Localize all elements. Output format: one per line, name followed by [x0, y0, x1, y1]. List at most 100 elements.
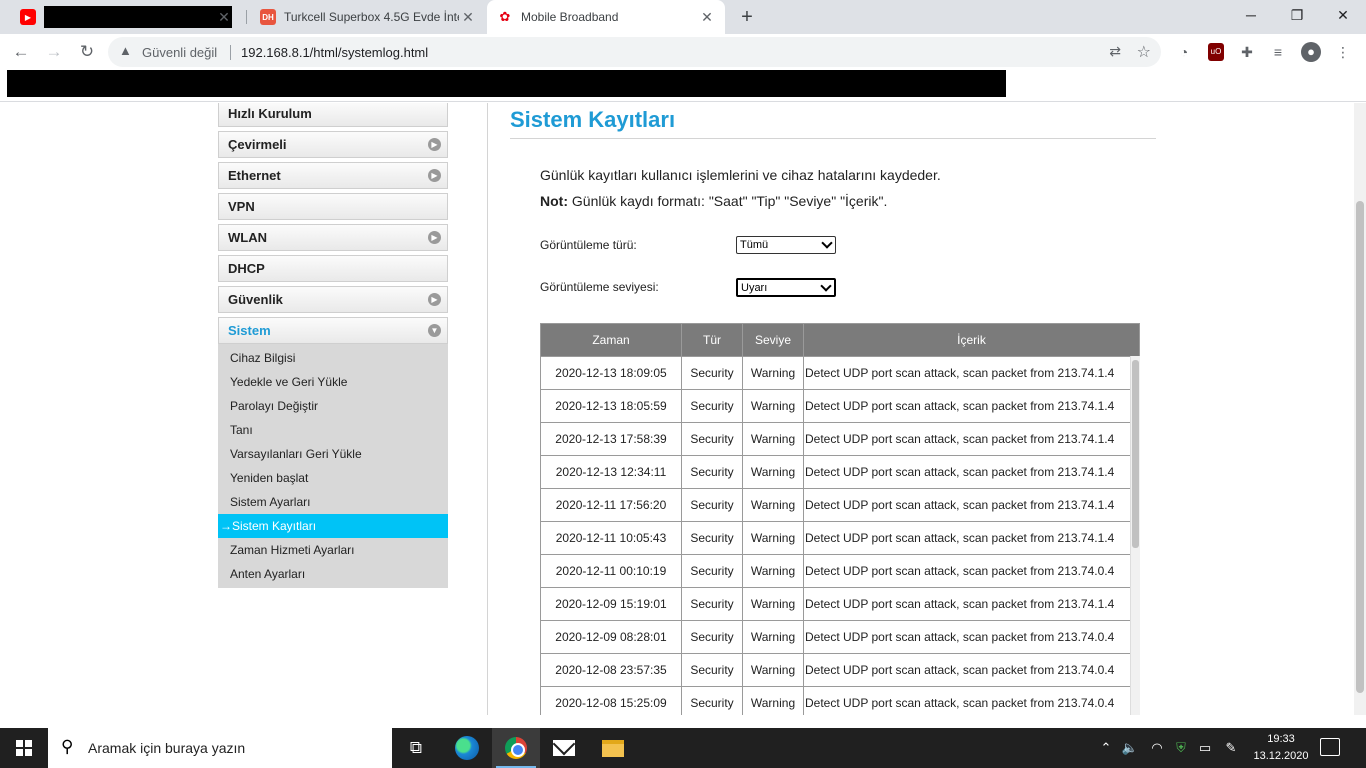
chrome-icon	[505, 737, 527, 759]
address-bar[interactable]: ▲ Güvenli değil 192.168.8.1/html/systeml…	[108, 37, 1161, 67]
tab-youtube[interactable]: ▶ ✕	[10, 0, 242, 34]
table-row: 2020-12-11 17:56:20 Security Warning Detect…	[540, 488, 1140, 522]
page-title: Sistem Kayıtları	[510, 107, 676, 132]
pen-icon[interactable]: ✎	[1222, 728, 1240, 768]
cell-level: Warning	[742, 653, 804, 687]
warning-icon[interactable]: ▲	[119, 43, 132, 58]
table-row: 2020-12-13 18:09:05 Security Warning Detect…	[540, 356, 1140, 390]
submenu-item-diagnosis[interactable]: Tanı	[218, 418, 448, 442]
menu-kebab-icon[interactable]: ⋮	[1333, 42, 1353, 62]
cell-time: 2020-12-13 18:09:05	[540, 356, 682, 390]
back-button[interactable]: ←	[9, 40, 33, 64]
new-tab-button[interactable]: +	[736, 6, 758, 28]
network-icon[interactable]: ◠	[1148, 728, 1166, 768]
page-scrollbar[interactable]	[1354, 103, 1366, 715]
close-tab-icon[interactable]: ✕	[699, 9, 715, 25]
forward-button[interactable]: →	[42, 40, 66, 64]
task-view-button[interactable]: ⧉	[392, 728, 440, 768]
chevron-right-icon: ▶	[428, 231, 441, 244]
bookmarks-bar	[0, 70, 1366, 102]
cell-content: Detect UDP port scan attack, scan packet…	[803, 653, 1140, 687]
page-viewport: Hızlı Kurulum Çevirmeli ▶ Ethernet ▶ VPN W…	[0, 103, 1354, 715]
menu-item-ethernet[interactable]: Ethernet ▶	[218, 162, 448, 189]
display-type-label: Görüntüleme türü:	[540, 238, 637, 252]
display-level-select[interactable]: Uyarı	[736, 278, 836, 297]
cell-level: Warning	[742, 686, 804, 715]
tab-turkcell[interactable]: DH Turkcell Superbox 4.5G Evde İnte ✕	[250, 0, 486, 34]
media-queue-icon[interactable]: ≡	[1268, 42, 1288, 62]
submenu-item-device-info[interactable]: Cihaz Bilgisi	[218, 346, 448, 370]
taskbar-mail[interactable]	[540, 728, 588, 768]
submenu-item-antenna-settings[interactable]: Anten Ayarları	[218, 562, 448, 586]
battery-icon[interactable]: ▭	[1196, 728, 1214, 768]
cell-time: 2020-12-13 18:05:59	[540, 389, 682, 423]
menu-item-dialup[interactable]: Çevirmeli ▶	[218, 131, 448, 158]
close-tab-icon[interactable]: ✕	[216, 9, 232, 25]
defender-shield-icon[interactable]: ⛨	[1172, 728, 1190, 768]
menu-item-security[interactable]: Güvenlik ▶	[218, 286, 448, 313]
cell-content: Detect UDP port scan attack, scan packet…	[803, 587, 1140, 621]
menu-label: Sistem	[228, 323, 271, 338]
notification-center-icon[interactable]	[1320, 738, 1340, 756]
search-icon: ⚲	[61, 737, 74, 756]
restore-button[interactable]: ❐	[1274, 0, 1320, 32]
select-value: Uyarı	[741, 282, 768, 294]
taskbar-file-explorer[interactable]	[589, 728, 637, 768]
tab-mobile-broadband[interactable]: ✿ Mobile Broadband ✕	[487, 0, 725, 34]
close-window-button[interactable]: ✕	[1320, 0, 1366, 32]
submenu-item-system-logs[interactable]: →Sistem Kayıtları	[218, 514, 448, 538]
submenu-item-restore-defaults[interactable]: Varsayılanları Geri Yükle	[218, 442, 448, 466]
profile-avatar-icon[interactable]: ●	[1301, 42, 1321, 62]
redacted-bookmarks	[7, 70, 1006, 97]
taskbar-clock[interactable]: 19:33 13.12.2020	[1250, 731, 1312, 765]
menu-item-vpn[interactable]: VPN	[218, 193, 448, 220]
chevron-right-icon: ▶	[428, 138, 441, 151]
menu-item-quick-setup[interactable]: Hızlı Kurulum	[218, 103, 448, 127]
menu-item-wlan[interactable]: WLAN ▶	[218, 224, 448, 251]
cell-level: Warning	[742, 455, 804, 489]
start-button[interactable]	[0, 728, 48, 768]
tray-chevron-up-icon[interactable]: ⌃	[1098, 728, 1114, 768]
menu-item-dhcp[interactable]: DHCP	[218, 255, 448, 282]
note-label: Not:	[540, 193, 568, 209]
table-row: 2020-12-09 08:28:01 Security Warning Detect…	[540, 620, 1140, 654]
submenu-item-time-settings[interactable]: Zaman Hizmeti Ayarları	[218, 538, 448, 562]
dh-icon: DH	[260, 9, 276, 25]
taskbar-search[interactable]: ⚲ Aramak için buraya yazın	[48, 728, 392, 768]
menu-item-system[interactable]: Sistem ▼	[218, 317, 448, 344]
log-table: Zaman Tür Seviye İçerik 2020-12-13 18:09…	[540, 323, 1140, 715]
close-tab-icon[interactable]: ✕	[460, 9, 476, 25]
cell-type: Security	[681, 653, 743, 687]
table-scroll-thumb[interactable]	[1132, 360, 1139, 548]
cell-time: 2020-12-11 00:10:19	[540, 554, 682, 588]
translate-icon[interactable]: ⇄	[1109, 43, 1121, 60]
cell-level: Warning	[742, 422, 804, 456]
display-type-select[interactable]: Tümü	[736, 236, 836, 254]
security-label[interactable]: Güvenli değil	[142, 45, 217, 60]
taskbar-chrome[interactable]	[492, 728, 540, 768]
extensions-puzzle-icon[interactable]: ✚	[1237, 42, 1257, 62]
cell-content: Detect UDP port scan attack, scan packet…	[803, 389, 1140, 423]
clock-date: 13.12.2020	[1253, 750, 1309, 762]
reload-button[interactable]: ↻	[75, 40, 99, 64]
submenu-item-system-settings[interactable]: Sistem Ayarları	[218, 490, 448, 514]
table-scrollbar[interactable]	[1130, 356, 1140, 715]
cell-content: Detect UDP port scan attack, scan packet…	[803, 356, 1140, 390]
url-text[interactable]: 192.168.8.1/html/systemlog.html	[241, 45, 428, 60]
cell-type: Security	[681, 686, 743, 715]
submenu-item-backup-restore[interactable]: Yedekle ve Geri Yükle	[218, 370, 448, 394]
submenu-item-reboot[interactable]: Yeniden başlat	[218, 466, 448, 490]
taskbar-edge[interactable]	[443, 728, 491, 768]
page-scroll-thumb[interactable]	[1356, 201, 1364, 693]
table-row: 2020-12-08 23:57:35 Security Warning Detect…	[540, 653, 1140, 687]
omnibox-divider	[230, 45, 231, 60]
cell-content: Detect UDP port scan attack, scan packet…	[803, 686, 1140, 715]
submenu-item-change-password[interactable]: Parolayı Değiştir	[218, 394, 448, 418]
taskbar: ⚲ Aramak için buraya yazın ⧉ ⌃ 🔈 ◠ ⛨ ▭ ✎…	[0, 728, 1366, 768]
volume-icon[interactable]: 🔈	[1121, 728, 1139, 768]
bookmark-star-icon[interactable]: ☆	[1137, 42, 1151, 62]
speed-icon[interactable]: ◔	[1174, 42, 1194, 62]
minimize-button[interactable]: ─	[1228, 0, 1274, 32]
huawei-icon: ✿	[499, 9, 511, 24]
ublock-icon[interactable]: uO	[1208, 43, 1224, 61]
